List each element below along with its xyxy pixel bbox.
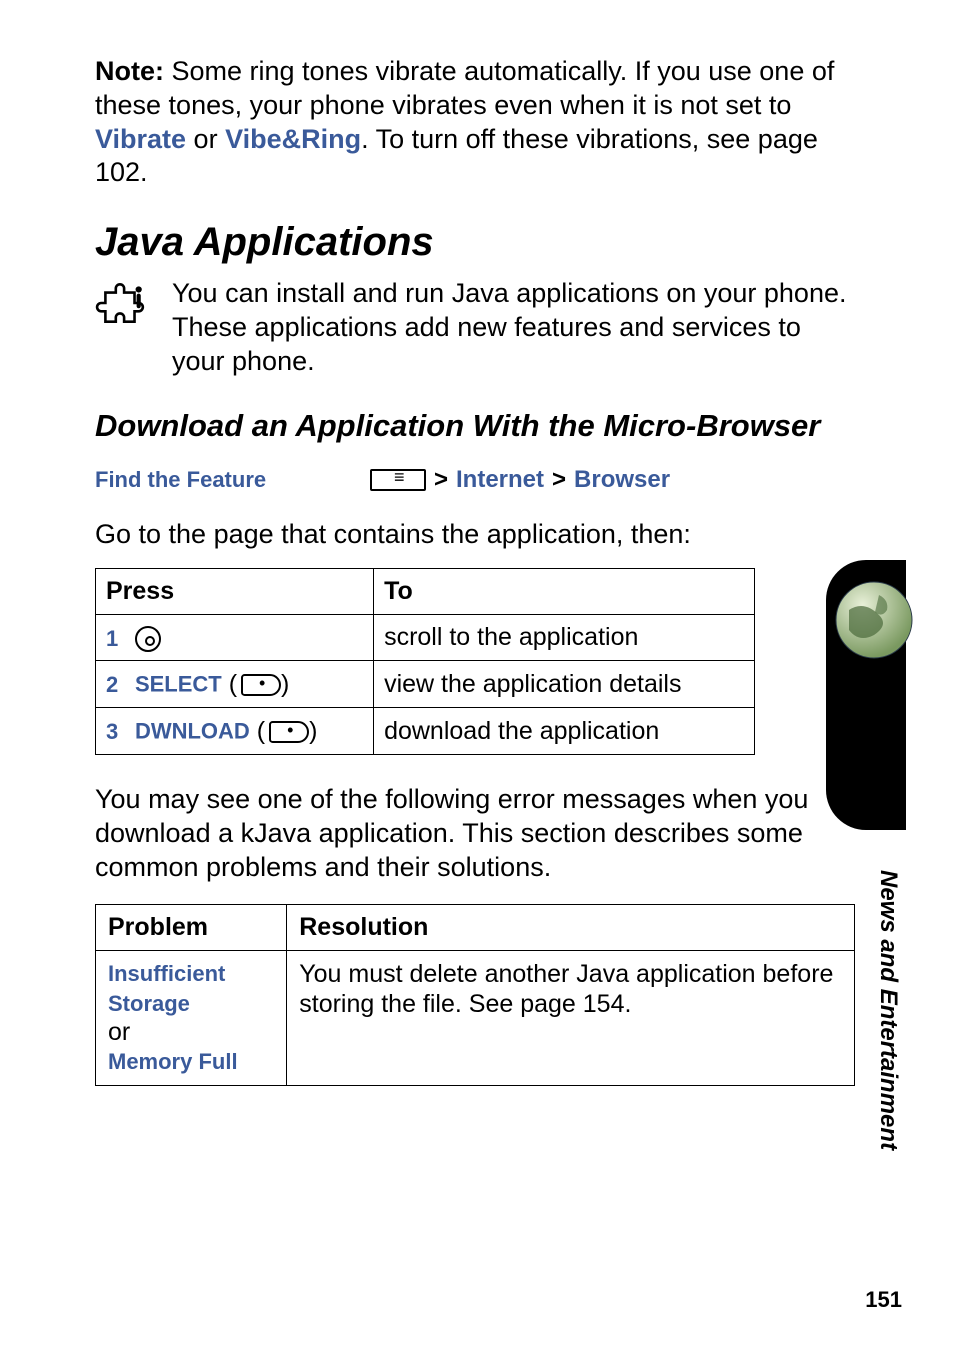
path-browser: Browser [574,466,670,494]
header-to: To [374,569,755,615]
note-paragraph: Note: Some ring tones vibrate automatica… [95,55,859,190]
note-prefix: Note: [95,56,164,86]
step-to-cell: download the application [374,708,755,755]
menu-key-icon [370,469,426,491]
step-to-cell: view the application details [374,661,755,708]
step-number: 3 [106,719,128,745]
step-action: SELECT [135,672,222,697]
heading-java-applications: Java Applications [95,220,859,265]
softkey-icon: () [229,670,290,699]
problems-table: Problem Resolution Insufficient Storage … [95,904,855,1086]
globe-icon [829,575,919,670]
table-row: 3 DWNLOAD () download the application [96,708,755,755]
table-row: 2 SELECT () view the application details [96,661,755,708]
error-paragraph: You may see one of the following error m… [95,783,859,884]
step-number: 2 [106,672,128,698]
note-or: or [186,124,225,154]
step-press-cell: 3 DWNLOAD () [96,708,374,755]
problem-or: or [108,1018,130,1046]
resolution-cell: You must delete another Java application… [287,951,855,1086]
steps-table: Press To 1 scroll to the application 2 S… [95,568,755,755]
find-feature-label: Find the Feature [95,467,370,493]
note-vibering: Vibe&Ring [225,124,361,154]
header-resolution: Resolution [287,905,855,951]
step-to-cell: scroll to the application [374,615,755,661]
table-header-row: Press To [96,569,755,615]
problem-label-b: Memory Full [108,1049,238,1074]
header-press: Press [96,569,374,615]
find-feature-path: > Internet > Browser [370,466,670,494]
header-problem: Problem [96,905,287,951]
side-section-label: News and Entertainment [874,870,902,1150]
step-press-cell: 2 SELECT () [96,661,374,708]
table-row: Insufficient Storage or Memory Full You … [96,951,855,1086]
softkey-icon: () [257,717,318,746]
step-number: 1 [106,626,128,652]
step-action: DWNLOAD [135,719,250,744]
note-body-a: Some ring tones vibrate automatically. I… [95,56,834,120]
problem-label-a: Insufficient Storage [108,961,225,1016]
breadcrumb-separator: > [552,466,566,494]
problem-cell: Insufficient Storage or Memory Full [96,951,287,1086]
nav-circle-icon [135,626,161,652]
step-press-cell: 1 [96,615,374,661]
path-internet: Internet [456,466,544,494]
intro-text: You can install and run Java application… [172,277,859,378]
find-feature-row: Find the Feature > Internet > Browser [95,466,859,494]
goto-text: Go to the page that contains the applica… [95,519,859,550]
intro-row: You can install and run Java application… [95,277,859,378]
table-header-row: Problem Resolution [96,905,855,951]
page-number: 151 [865,1287,902,1313]
breadcrumb-separator: > [434,466,448,494]
note-vibrate: Vibrate [95,124,186,154]
puzzle-icon [95,277,147,334]
heading-download-app: Download an Application With the Micro-B… [95,408,859,444]
table-row: 1 scroll to the application [96,615,755,661]
